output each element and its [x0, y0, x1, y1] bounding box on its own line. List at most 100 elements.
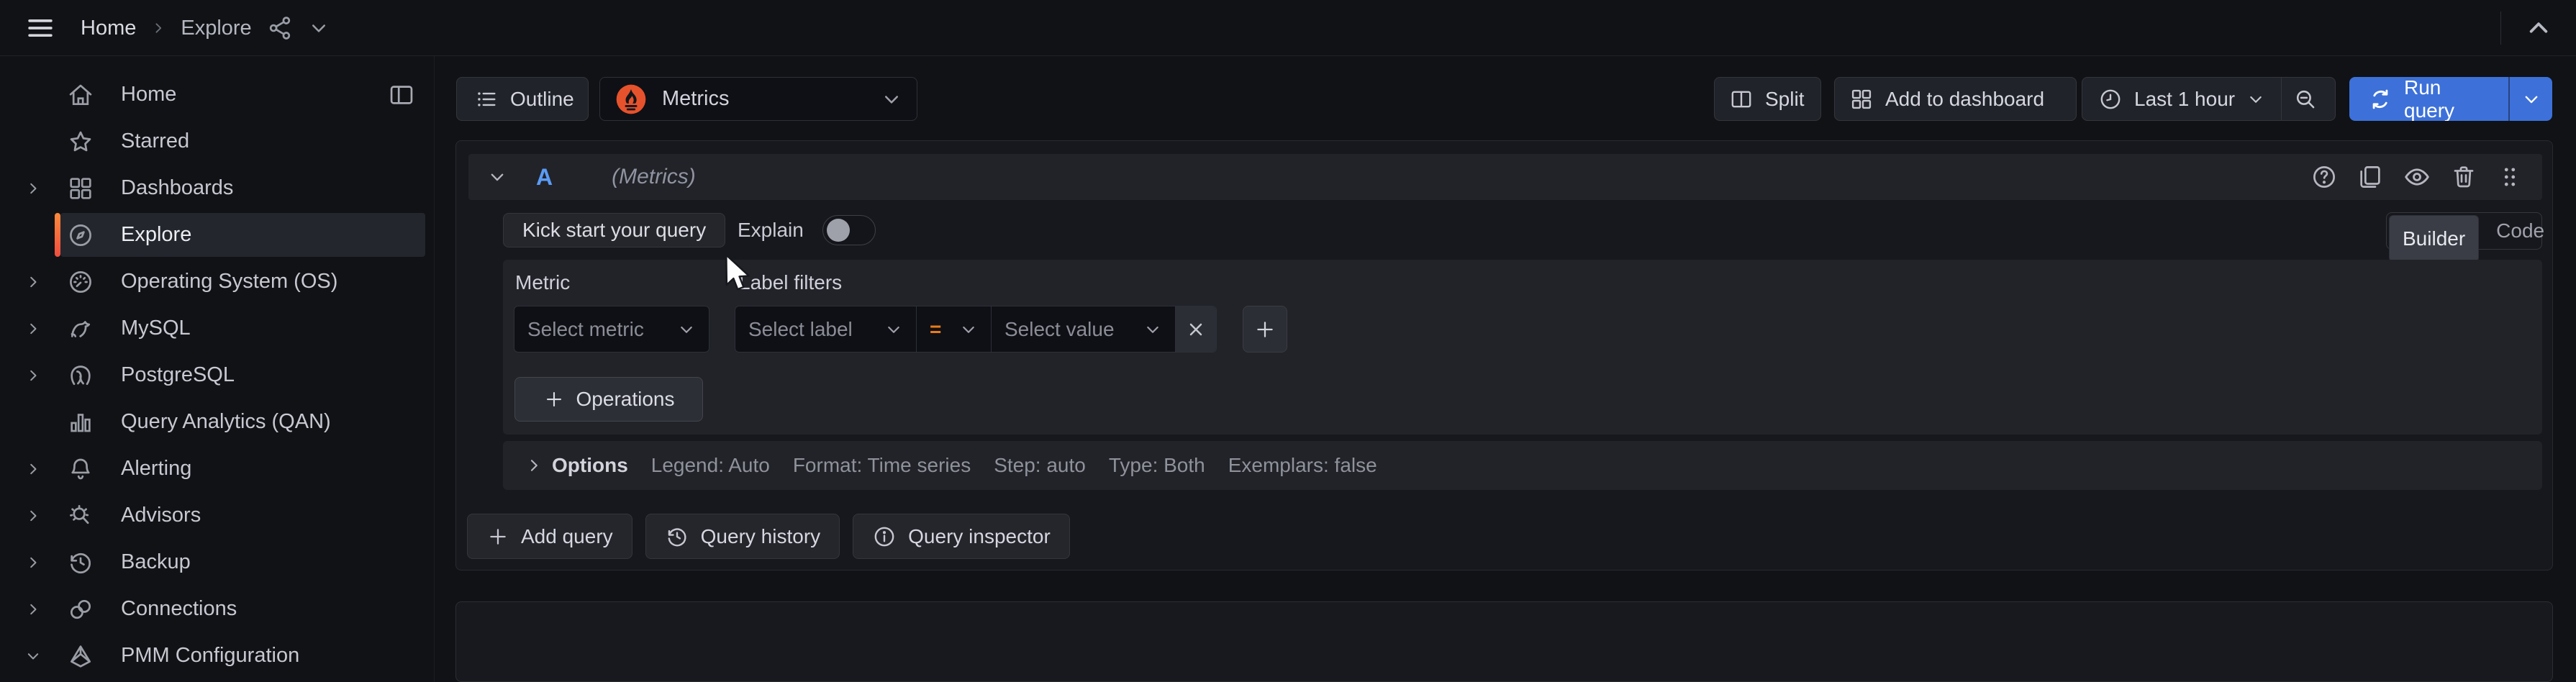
- mysql-dolphin-icon: [65, 315, 96, 342]
- chevron-down-icon: [1143, 320, 1162, 339]
- sidebar-item-label: Advisors: [121, 504, 201, 527]
- query-footer-actions: Add query Query history Query inspector: [467, 514, 1070, 559]
- sidebar-item-explore[interactable]: Explore: [0, 212, 434, 258]
- breadcrumb-home[interactable]: Home: [81, 17, 136, 40]
- select-value-dropdown[interactable]: Select value: [992, 306, 1176, 352]
- dock-menu-button[interactable]: [388, 81, 415, 109]
- select-metric-dropdown[interactable]: Select metric: [514, 306, 709, 353]
- remove-filter-button[interactable]: [1176, 306, 1216, 352]
- datasource-picker[interactable]: Metrics: [599, 77, 917, 121]
- chevron-right-icon[interactable]: [19, 273, 47, 291]
- add-operations-button[interactable]: Operations: [514, 377, 703, 422]
- chevron-down-icon[interactable]: [19, 647, 47, 665]
- metric-field-label: Metric: [515, 271, 570, 294]
- share-shortcut-button[interactable]: [266, 14, 294, 42]
- duplicate-query-button[interactable]: [2357, 163, 2384, 191]
- outline-button[interactable]: Outline: [456, 77, 589, 121]
- explain-toggle[interactable]: [822, 215, 876, 245]
- sidebar-item-mysql[interactable]: MySQL: [0, 305, 434, 352]
- query-row-header[interactable]: A (Metrics): [468, 154, 2542, 200]
- bell-icon: [65, 455, 96, 483]
- delete-query-button[interactable]: [2450, 163, 2477, 191]
- clock-icon: [2098, 87, 2123, 112]
- compass-icon: [65, 222, 96, 249]
- sidebar-item-starred[interactable]: Starred: [0, 118, 434, 165]
- zoom-out-time-button[interactable]: [2282, 78, 2329, 120]
- mega-menu-button[interactable]: [19, 12, 62, 45]
- kick-start-query-button[interactable]: Kick start your query: [503, 213, 725, 247]
- breadcrumb-caret-down-icon[interactable]: [308, 17, 330, 39]
- sidebar-item-label: PMM Configuration: [121, 644, 299, 668]
- sidebar-item-label: Connections: [121, 597, 237, 621]
- explain-control: Explain: [738, 213, 876, 247]
- select-label-dropdown[interactable]: Select label: [735, 306, 917, 352]
- split-label: Split: [1765, 88, 1804, 111]
- add-to-dashboard-button[interactable]: Add to dashboard: [1834, 77, 2077, 121]
- split-button[interactable]: Split: [1714, 77, 1821, 121]
- chevron-down-icon: [2521, 89, 2541, 109]
- outline-label: Outline: [510, 88, 574, 111]
- code-mode-button[interactable]: Code: [2480, 215, 2560, 247]
- select-value-placeholder: Select value: [1004, 318, 1115, 341]
- query-datasource-hint: (Metrics): [612, 165, 696, 189]
- outline-list-icon: [474, 87, 499, 112]
- operator-dropdown[interactable]: =: [917, 306, 992, 352]
- history-icon: [65, 549, 96, 576]
- sidebar-item-query-analytics[interactable]: Query Analytics (QAN): [0, 399, 434, 445]
- collapse-topbar-button[interactable]: [2520, 9, 2557, 47]
- sidebar-item-alerting[interactable]: Alerting: [0, 445, 434, 492]
- chevron-right-icon[interactable]: [19, 320, 47, 337]
- zoom-out-icon: [2292, 86, 2318, 112]
- chevron-down-icon: [487, 167, 507, 187]
- sidebar-item-connections[interactable]: Connections: [0, 586, 434, 632]
- chevron-right-icon[interactable]: [19, 180, 47, 197]
- chevron-right-icon[interactable]: [19, 554, 47, 571]
- add-query-button[interactable]: Add query: [467, 514, 632, 559]
- run-query-button[interactable]: Run query: [2349, 77, 2508, 121]
- sidebar-item-pmm-configuration[interactable]: PMM Configuration: [0, 632, 434, 679]
- query-options-collapsible[interactable]: Options Legend: Auto Format: Time series…: [503, 441, 2542, 490]
- time-range-label: Last 1 hour: [2134, 88, 2235, 111]
- options-step: Step: auto: [994, 454, 1086, 477]
- run-query-caret-button[interactable]: [2510, 77, 2552, 121]
- sidebar-item-dashboards[interactable]: Dashboards: [0, 165, 434, 212]
- sync-icon: [2368, 87, 2393, 112]
- explain-label: Explain: [738, 219, 804, 242]
- chevron-right-icon[interactable]: [19, 507, 47, 524]
- pmm-gem-icon: [65, 642, 96, 670]
- select-metric-placeholder: Select metric: [527, 318, 644, 341]
- sidebar-item-postgresql[interactable]: PostgreSQL: [0, 352, 434, 399]
- run-query-split-button: Run query: [2349, 77, 2552, 121]
- rings-icon: [65, 596, 96, 623]
- metric-filter-inputs: Select metric Select label = Select valu…: [503, 306, 2542, 353]
- drag-handle-icon[interactable]: [2496, 163, 2523, 191]
- add-query-label: Add query: [521, 525, 613, 548]
- star-icon: [65, 128, 96, 155]
- chevron-right-icon[interactable]: [19, 367, 47, 384]
- toggle-visibility-button[interactable]: [2403, 163, 2431, 191]
- sidebar-item-operating-system[interactable]: Operating System (OS): [0, 258, 434, 305]
- home-icon: [65, 81, 96, 109]
- options-type: Type: Both: [1109, 454, 1205, 477]
- chevron-right-icon: [150, 20, 166, 36]
- info-circle-icon: [872, 524, 897, 549]
- add-label-filter-button[interactable]: [1243, 306, 1287, 353]
- sidebar-item-home[interactable]: Home: [0, 71, 434, 118]
- query-builder-panel: Metric Label filters Select metric Selec…: [503, 260, 2542, 435]
- breadcrumb: Home Explore: [81, 0, 330, 56]
- builder-mode-button[interactable]: Builder: [2389, 215, 2479, 262]
- sidebar-item-backup[interactable]: Backup: [0, 539, 434, 586]
- run-query-label: Run query: [2404, 77, 2490, 121]
- chevron-right-icon[interactable]: [19, 460, 47, 478]
- query-history-button[interactable]: Query history: [645, 514, 840, 559]
- query-inspector-button[interactable]: Query inspector: [853, 514, 1070, 559]
- close-x-icon: [1185, 319, 1207, 340]
- time-range-button[interactable]: Last 1 hour: [2082, 78, 2281, 120]
- query-ref-id: A: [536, 164, 553, 191]
- help-button[interactable]: [2310, 163, 2338, 191]
- sidebar-item-advisors[interactable]: Advisors: [0, 492, 434, 539]
- chevron-down-icon: [677, 320, 696, 339]
- chevron-right-icon[interactable]: [19, 601, 47, 618]
- plus-icon: [1253, 318, 1276, 341]
- breadcrumb-explore[interactable]: Explore: [181, 17, 251, 40]
